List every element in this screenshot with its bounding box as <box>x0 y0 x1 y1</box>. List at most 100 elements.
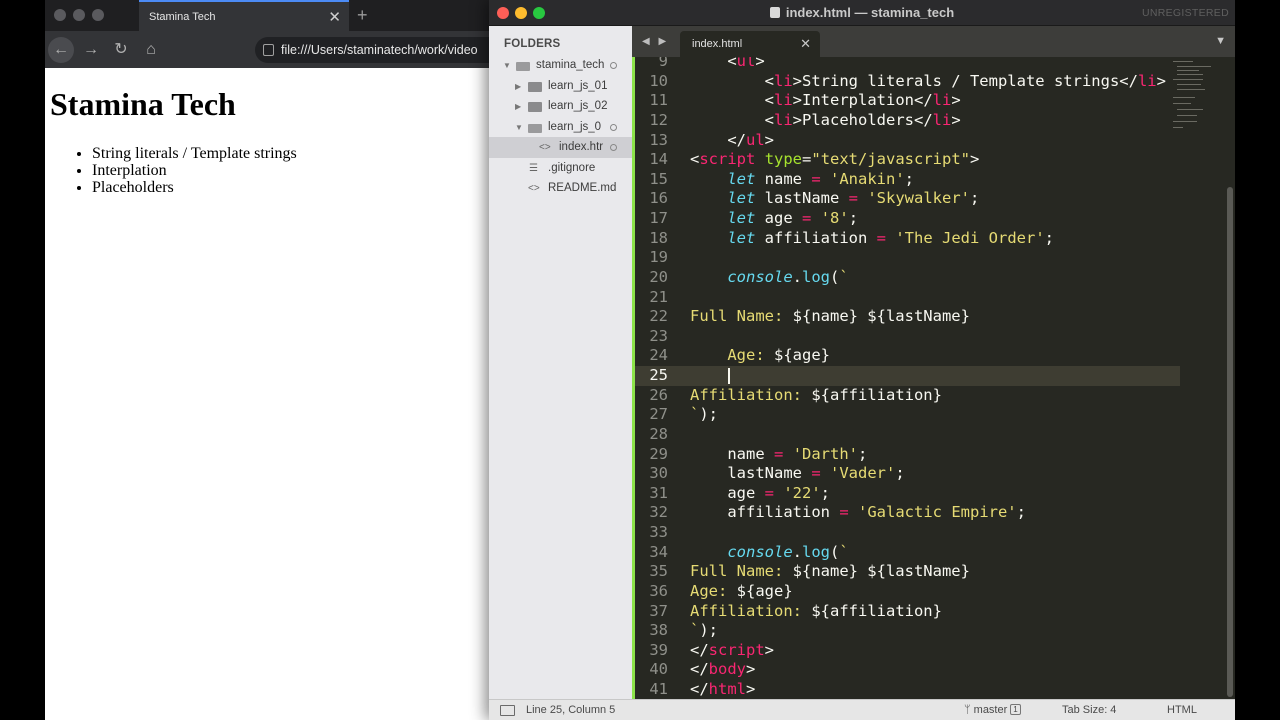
code-line: Age: ${age} <box>690 581 793 600</box>
close-tab-icon[interactable]: ✕ <box>328 2 341 33</box>
browser-toolbar: ← → ↻ ⌂ file:///Users/staminatech/work/v… <box>45 31 495 68</box>
code-line: name = 'Darth'; <box>690 444 868 463</box>
document-icon <box>769 7 780 18</box>
line-number: 24 <box>649 346 668 365</box>
sidebar-item-readme[interactable]: <> README.md <box>489 178 632 199</box>
folder-sidebar: FOLDERS ▼ stamina_tech ▶ learn_js_01 ▶ l… <box>489 26 632 699</box>
vertical-scrollbar[interactable] <box>1227 187 1233 697</box>
line-number: 11 <box>649 91 668 110</box>
syntax-selector[interactable]: HTML <box>1167 700 1197 720</box>
minimap-line <box>1177 115 1197 116</box>
editor-tab-bar: ◀ ▶ index.html ✕ ▼ <box>632 26 1235 57</box>
tab-menu-icon[interactable]: ▼ <box>1215 26 1226 57</box>
code-line: <li>Placeholders</li> <box>690 110 961 129</box>
sidebar-item-learn-js-01[interactable]: ▶ learn_js_01 <box>489 76 632 97</box>
line-number: 27 <box>649 405 668 424</box>
page-list-item: Interplation <box>92 162 297 179</box>
sidebar-item-gitignore[interactable]: ☰ .gitignore <box>489 158 632 179</box>
chevron-down-icon: ▼ <box>503 61 511 70</box>
code-line: affiliation = 'Galactic Empire'; <box>690 503 1026 522</box>
window-title-text: index.html — stamina_tech <box>785 5 955 20</box>
line-number: 28 <box>649 424 668 443</box>
code-line: <script type="text/javascript"> <box>690 150 980 169</box>
address-bar[interactable]: file:///Users/staminatech/work/video <box>255 37 495 63</box>
sidebar-item-label: stamina_tech <box>536 59 605 71</box>
code-line: Full Name: ${name} ${lastName} <box>690 562 970 581</box>
home-icon[interactable]: ⌂ <box>138 37 164 63</box>
minimap-line <box>1177 109 1203 110</box>
branch-count-badge: 1 <box>1010 704 1021 715</box>
line-number: 22 <box>649 307 668 326</box>
browser-tab-bar: Stamina Tech ✕ + <box>45 0 495 31</box>
tab-nav-arrows-icon[interactable]: ◀ ▶ <box>642 26 669 57</box>
chevron-down-icon: ▼ <box>515 123 523 132</box>
line-number: 20 <box>649 267 668 286</box>
close-tab-icon[interactable]: ✕ <box>800 31 811 57</box>
tab-index-html[interactable]: index.html ✕ <box>680 31 820 57</box>
page-list-item: String literals / Template strings <box>92 145 297 162</box>
git-branch-status[interactable]: ᛘ master 1 <box>964 700 1021 720</box>
status-bar: Line 25, Column 5 ᛘ master 1 Tab Size: 4 … <box>489 699 1235 720</box>
forward-arrow-icon[interactable]: → <box>78 37 104 63</box>
code-line: <ul> <box>690 57 765 70</box>
code-line: Age: ${age} <box>690 346 830 365</box>
code-line: `); <box>690 621 719 640</box>
sidebar-item-label: .gitignore <box>548 162 596 174</box>
code-line: let age = '8'; <box>727 209 859 227</box>
line-number: 17 <box>649 209 668 227</box>
browser-tab-title: Stamina Tech <box>149 11 216 23</box>
minimap-line <box>1177 74 1203 75</box>
sidebar-item-stamina-tech[interactable]: ▼ stamina_tech <box>489 55 632 76</box>
line-number: 21 <box>649 287 668 306</box>
code-area[interactable]: <ul> <li>String literals / Template stri… <box>685 57 1180 699</box>
code-line: lastName = 'Vader'; <box>690 464 905 483</box>
git-branch-icon: ᛘ <box>964 704 974 716</box>
sidebar-item-label: learn_js_01 <box>548 80 608 92</box>
minimap-line <box>1177 70 1199 71</box>
panel-toggle-icon[interactable] <box>500 705 515 716</box>
line-number: 36 <box>649 581 668 600</box>
new-tab-icon[interactable]: + <box>357 2 368 28</box>
sidebar-item-label: learn_js_0 <box>548 121 602 133</box>
minimap-line <box>1173 79 1203 80</box>
sidebar-item-learn-js-03[interactable]: ▼ learn_js_0 <box>489 117 632 138</box>
sidebar-item-index-html[interactable]: <> index.htr <box>489 137 632 158</box>
page-list-item: Placeholders <box>92 179 297 196</box>
minimap-line <box>1173 97 1195 98</box>
cursor-position: Line 25, Column 5 <box>526 704 616 716</box>
sidebar-header: FOLDERS <box>504 38 561 50</box>
minimap-line <box>1173 61 1193 62</box>
sidebar-item-label: learn_js_02 <box>548 100 608 112</box>
page-info-icon[interactable] <box>263 44 274 56</box>
line-number: 10 <box>649 71 668 90</box>
address-bar-url: file:///Users/staminatech/work/video <box>281 43 478 57</box>
window-close-light[interactable] <box>54 9 66 21</box>
minimap-line <box>1173 121 1197 122</box>
code-line: </ul> <box>690 130 775 149</box>
code-line: age = '22'; <box>690 483 831 502</box>
window-zoom-light[interactable] <box>92 9 104 21</box>
sidebar-item-learn-js-02[interactable]: ▶ learn_js_02 <box>489 96 632 117</box>
line-number: 26 <box>649 385 668 404</box>
code-editor[interactable]: 9 10 11 12 13 14 15 16 17 18 19 20 21 22 23 24 25 26 27 28 2… <box>632 57 1235 699</box>
code-line: <li>Interplation</li> <box>690 91 961 110</box>
tab-size-selector[interactable]: Tab Size: 4 <box>1062 700 1116 720</box>
page-list: String literals / Template strings Inter… <box>92 145 297 196</box>
modified-dot-icon <box>610 124 617 131</box>
line-number: 29 <box>649 444 668 463</box>
window-minimize-light[interactable] <box>73 9 85 21</box>
minimap-line <box>1177 89 1205 90</box>
code-line: </html> <box>690 680 756 698</box>
line-number: 32 <box>649 503 668 522</box>
back-arrow-icon[interactable]: ← <box>48 37 74 63</box>
minimap[interactable] <box>1169 57 1217 139</box>
code-line: `); <box>690 405 719 424</box>
reload-icon[interactable]: ↻ <box>108 37 134 63</box>
line-number: 31 <box>649 483 668 502</box>
code-line: </body> <box>690 660 756 679</box>
browser-page: Stamina Tech String literals / Template … <box>45 68 495 720</box>
browser-tab[interactable]: Stamina Tech ✕ <box>139 0 349 31</box>
